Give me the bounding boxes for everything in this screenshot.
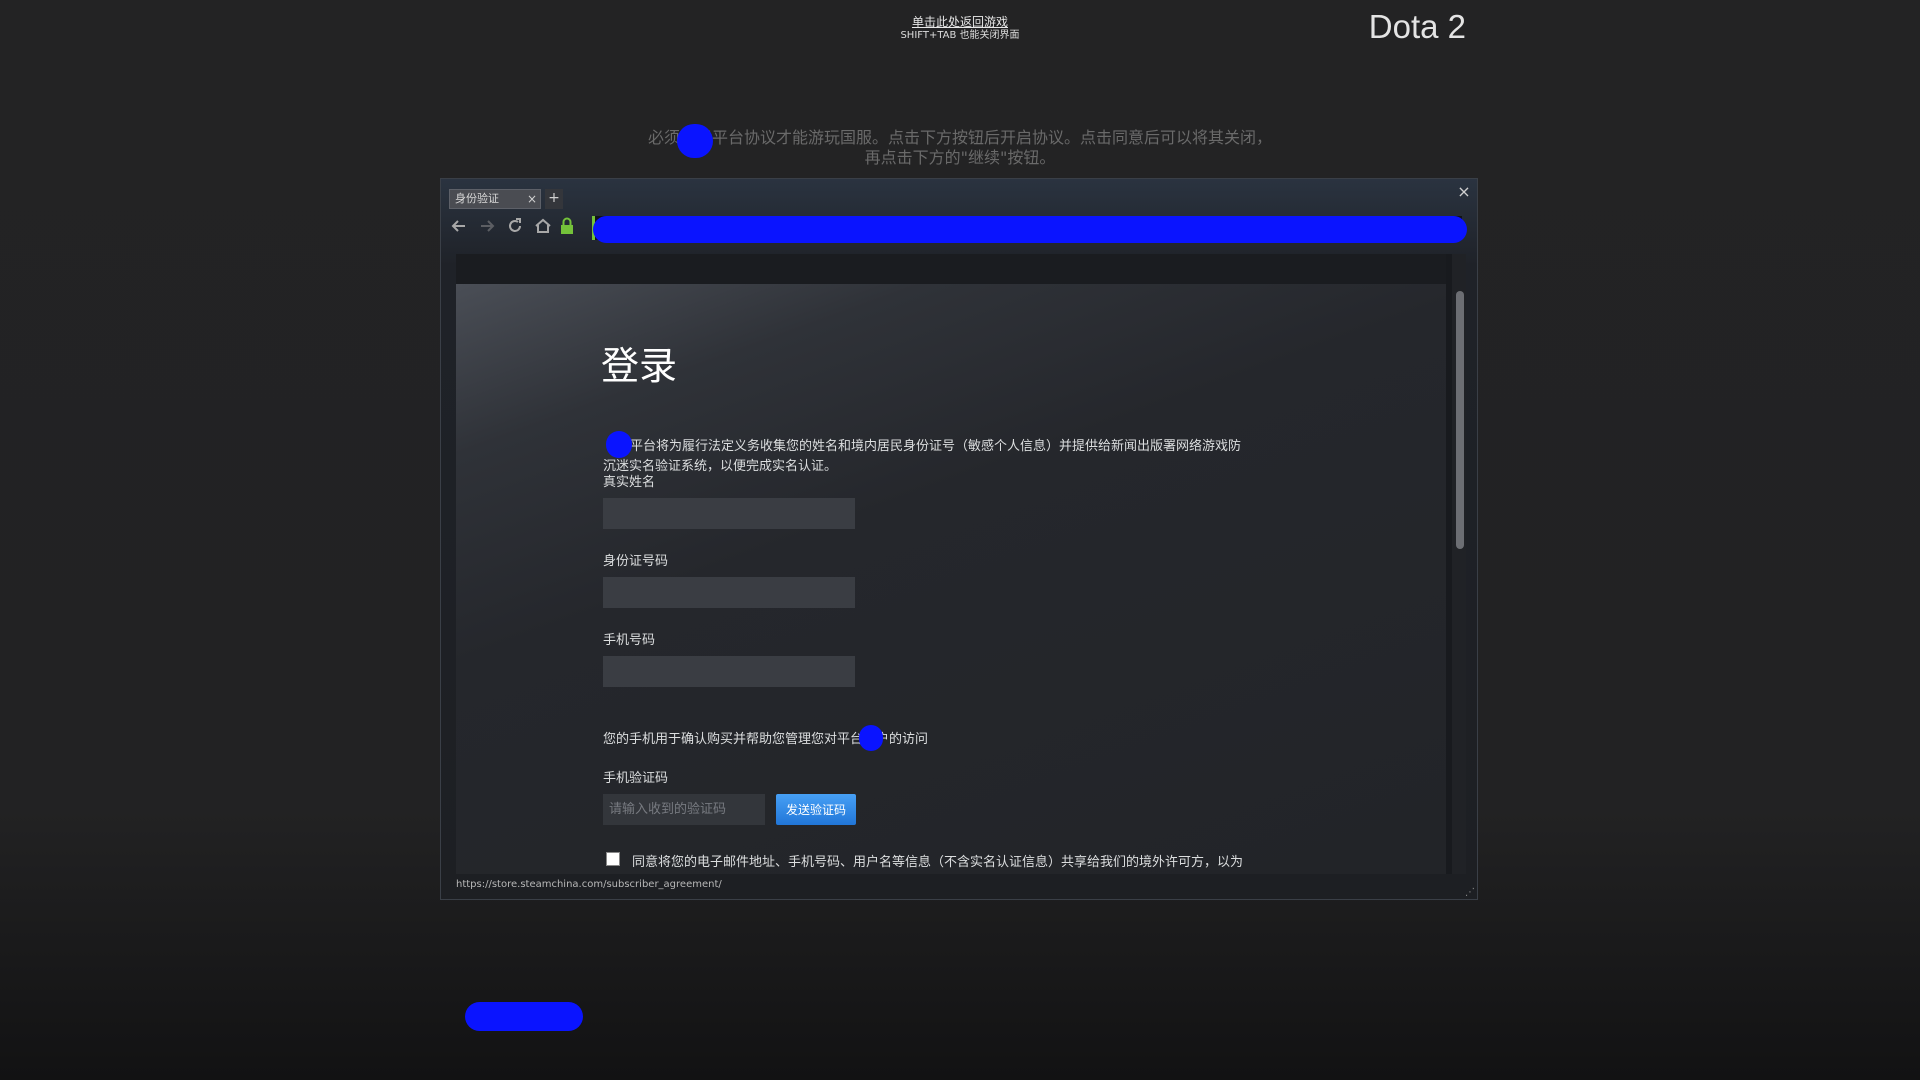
browser-window: 身份验证 × + × 登录 平台将为履行法定义务收集您的姓名和境内居民身份证号（… [440,178,1478,900]
page-viewport: 登录 平台将为履行法定义务收集您的姓名和境内居民身份证号（敏感个人信息）并提供给… [456,254,1466,874]
intro-text: 平台将为履行法定义务收集您的姓名和境内居民身份证号（敏感个人信息）并提供给新闻出… [603,437,1303,477]
new-tab-button[interactable]: + [545,189,563,209]
back-arrow-icon[interactable] [449,217,469,239]
page-top-strip [456,254,1446,284]
verification-code-input[interactable] [603,794,765,825]
tab-title: 身份验证 [455,192,499,205]
lock-icon [557,217,577,239]
redaction-mark [606,431,632,458]
redaction-mark [465,1002,583,1031]
shortcut-hint: SHIFT+TAB 也能关闭界面 [900,30,1020,41]
agree-checkbox[interactable] [606,852,620,866]
status-url: https://store.steamchina.com/subscriber_… [456,879,722,890]
real-name-label: 真实姓名 [603,475,656,490]
agreement-text: 同意将您的电子邮件地址、手机号码、用户名等信息（不含实名认证信息）共享给我们的境… [632,855,1244,870]
id-number-label: 身份证号码 [603,554,669,569]
intro-line1: 平台将为履行法定义务收集您的姓名和境内居民身份证号（敏感个人信息）并提供给新闻出… [630,439,1242,454]
scrollbar-thumb[interactable] [1456,291,1464,549]
verification-code-label: 手机验证码 [603,771,669,786]
tab-close-icon[interactable]: × [527,190,537,208]
redaction-mark [593,216,1467,243]
redaction-mark [677,124,713,158]
forward-arrow-icon[interactable] [477,217,497,239]
tab-identity-verification[interactable]: 身份验证 × [449,189,541,209]
redaction-mark [859,725,883,751]
steam-overlay: 单击此处返回游戏 SHIFT+TAB 也能关闭界面 Dota 2 必须同意平台协… [0,0,1920,1080]
reload-icon[interactable] [505,217,525,239]
phone-input[interactable] [603,656,855,687]
real-name-input[interactable] [603,498,855,529]
id-number-input[interactable] [603,577,855,608]
resize-grip-icon[interactable]: ⋰ [1465,887,1475,898]
send-code-button[interactable]: 发送验证码 [776,794,856,825]
agreement-row: 同意将您的电子邮件地址、手机号码、用户名等信息（不含实名认证信息）共享给我们的境… [603,850,1363,874]
window-close-icon[interactable]: × [1455,182,1473,201]
page-title: 登录 [601,344,678,388]
home-icon[interactable] [533,217,553,239]
scrollbar-track[interactable] [1452,254,1466,874]
phone-label: 手机号码 [603,633,656,648]
intro-line2: 沉迷实名验证系统，以便完成实名认证。 [603,459,838,474]
login-page: 登录 平台将为履行法定义务收集您的姓名和境内居民身份证号（敏感个人信息）并提供给… [456,284,1446,874]
game-title: Dota 2 [1368,8,1466,45]
